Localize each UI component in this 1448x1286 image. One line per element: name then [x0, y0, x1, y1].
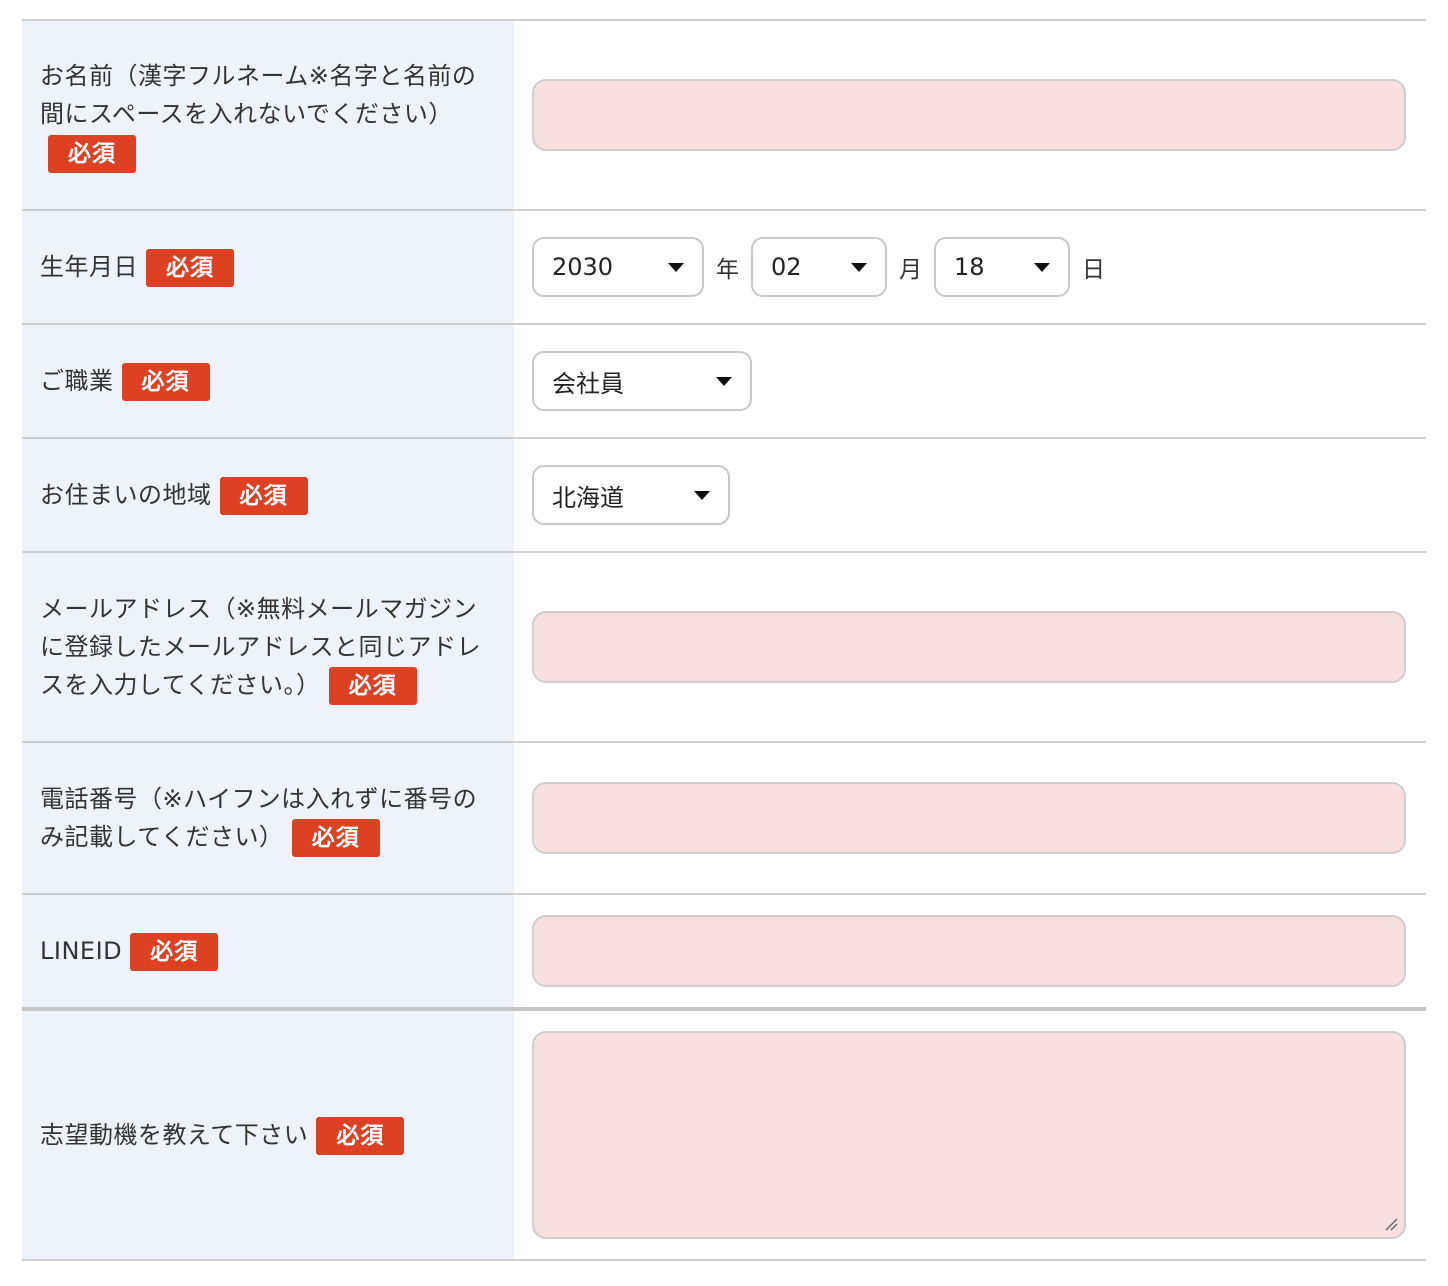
row-lineid: LINEID 必須 — [22, 895, 1426, 1011]
row-birthdate: 生年月日 必須 2030 年 02 月 18 日 — [22, 211, 1426, 325]
birth-month-select[interactable]: 02 — [751, 237, 887, 297]
lineid-label: LINEID — [40, 936, 123, 965]
birth-day-value: 18 — [954, 253, 985, 281]
birth-day-select[interactable]: 18 — [934, 237, 1070, 297]
required-badge: 必須 — [130, 932, 219, 971]
motivation-textarea[interactable] — [532, 1031, 1406, 1239]
email-input[interactable] — [532, 611, 1406, 683]
region-label: お住まいの地域 — [40, 480, 212, 509]
birth-month-value: 02 — [771, 253, 802, 281]
caret-down-icon — [1034, 263, 1050, 272]
birthdate-label: 生年月日 — [40, 252, 138, 281]
month-unit: 月 — [899, 257, 922, 283]
row-region: お住まいの地域 必須 北海道 — [22, 439, 1426, 553]
region-select[interactable]: 北海道 — [532, 465, 730, 525]
field-cell — [514, 1011, 1426, 1259]
lineid-input[interactable] — [532, 915, 1406, 987]
resize-handle-icon[interactable] — [1384, 1217, 1398, 1231]
birth-year-select[interactable]: 2030 — [532, 237, 704, 297]
motivation-label: 志望動機を教えて下さい — [40, 1120, 309, 1149]
label-cell: LINEID 必須 — [22, 895, 514, 1007]
required-badge: 必須 — [121, 362, 210, 401]
label-cell: 志望動機を教えて下さい 必須 — [22, 1011, 514, 1259]
occupation-label: ご職業 — [40, 366, 114, 395]
field-cell: 2030 年 02 月 18 日 — [514, 211, 1426, 323]
caret-down-icon — [668, 263, 684, 272]
row-name: お名前（漢字フルネーム※名字と名前の間にスペースを入れないでください） 必須 — [22, 21, 1426, 211]
row-email: メールアドレス（※無料メールマガジンに登録したメールアドレスと同じアドレスを入力… — [22, 553, 1426, 743]
required-badge: 必須 — [316, 1116, 405, 1155]
year-unit: 年 — [716, 257, 739, 283]
label-cell: 生年月日 必須 — [22, 211, 514, 323]
application-form: お名前（漢字フルネーム※名字と名前の間にスペースを入れないでください） 必須 生… — [22, 19, 1426, 1261]
required-badge: 必須 — [291, 818, 380, 857]
day-unit: 日 — [1082, 257, 1105, 283]
required-badge: 必須 — [48, 135, 136, 173]
row-occupation: ご職業 必須 会社員 — [22, 325, 1426, 439]
label-cell: メールアドレス（※無料メールマガジンに登録したメールアドレスと同じアドレスを入力… — [22, 553, 514, 741]
occupation-value: 会社員 — [552, 369, 624, 398]
caret-down-icon — [694, 491, 710, 500]
field-cell — [514, 553, 1426, 741]
row-motivation: 志望動機を教えて下さい 必須 — [22, 1011, 1426, 1261]
field-cell — [514, 21, 1426, 209]
field-cell — [514, 743, 1426, 893]
required-badge: 必須 — [328, 666, 417, 705]
occupation-select[interactable]: 会社員 — [532, 351, 752, 411]
name-label: お名前（漢字フルネーム※名字と名前の間にスペースを入れないでください） — [40, 62, 477, 128]
required-badge: 必須 — [146, 248, 234, 287]
label-cell: 電話番号（※ハイフンは入れずに番号のみ記載してください） 必須 — [22, 743, 514, 893]
region-value: 北海道 — [552, 483, 624, 512]
birth-year-value: 2030 — [552, 253, 614, 281]
caret-down-icon — [851, 263, 867, 272]
field-cell: 会社員 — [514, 325, 1426, 437]
label-cell: ご職業 必須 — [22, 325, 514, 437]
label-cell: お住まいの地域 必須 — [22, 439, 514, 551]
name-input[interactable] — [532, 79, 1406, 151]
label-cell: お名前（漢字フルネーム※名字と名前の間にスペースを入れないでください） 必須 — [22, 21, 514, 209]
field-cell: 北海道 — [514, 439, 1426, 551]
row-phone: 電話番号（※ハイフンは入れずに番号のみ記載してください） 必須 — [22, 743, 1426, 895]
phone-label: 電話番号（※ハイフンは入れずに番号のみ記載してください） — [40, 784, 478, 851]
field-cell — [514, 895, 1426, 1007]
caret-down-icon — [716, 377, 732, 386]
required-badge: 必須 — [219, 476, 308, 515]
phone-input[interactable] — [532, 782, 1406, 854]
